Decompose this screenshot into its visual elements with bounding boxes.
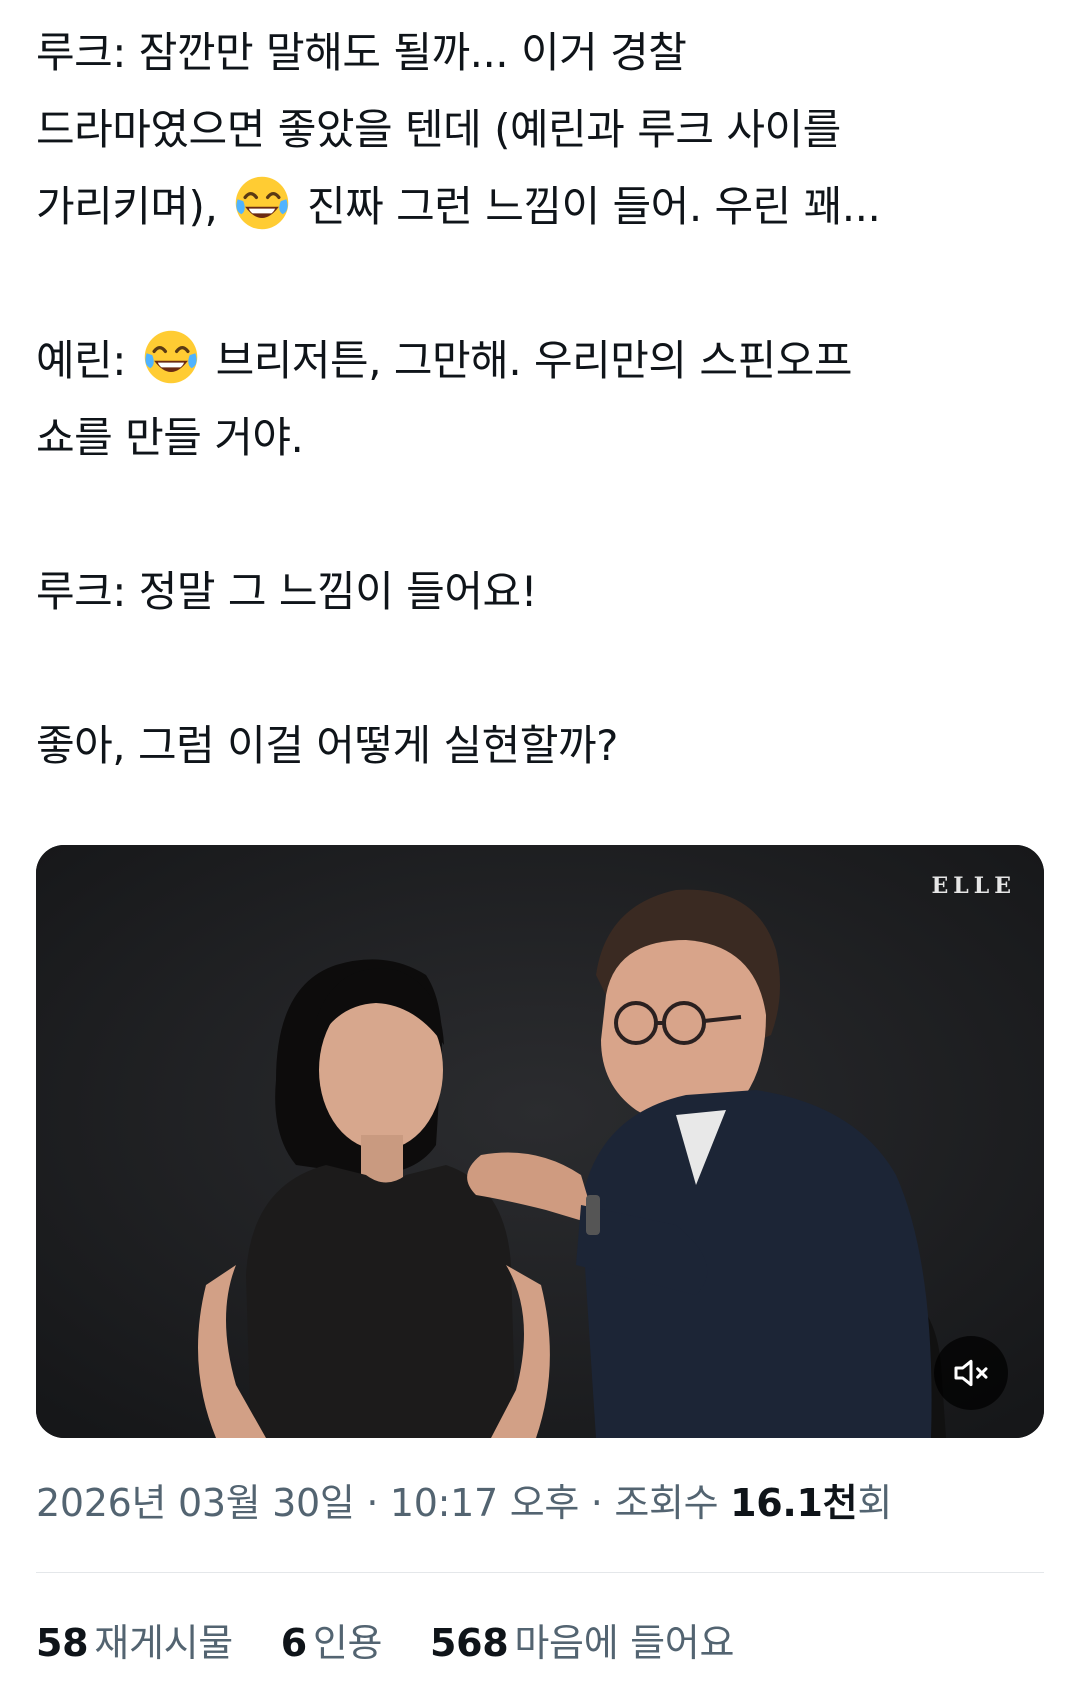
tweet-text-segment: 진짜 그런 느낌이 들어. 우린 꽤... [294,182,881,231]
tweet-line: 예린: 브리저튼, 그만해. 우리만의 스핀오프 [36,322,1046,399]
tweet-line: 루크: 잠깐만 말해도 될까... 이거 경찰 [36,14,1046,91]
meta-separator: · [579,1481,615,1525]
face-with-tears-of-joy-icon [235,176,289,230]
tweet-paragraph: 루크: 잠깐만 말해도 될까... 이거 경찰드라마였으면 좋았을 텐데 (예린… [36,14,1046,245]
tweet-line: 좋아, 그럼 이걸 어떻게 실현할까? [36,707,1046,784]
tweet-text: 루크: 잠깐만 말해도 될까... 이거 경찰드라마였으면 좋았을 텐데 (예린… [36,14,1046,784]
divider [36,1572,1044,1573]
reposts-link[interactable]: 58 재게시물 [36,1612,233,1667]
tweet-line: 쇼를 만들 거야. [36,399,1046,476]
tweet-text-segment: 루크: 잠깐만 말해도 될까... 이거 경찰 [36,28,687,77]
quotes-link[interactable]: 6 인용 [280,1612,383,1667]
tweet-video[interactable]: ELLE [36,845,1044,1438]
quotes-label: 인용 [312,1621,383,1665]
views-label: 조회수 [614,1481,731,1525]
tweet-line: 가리키며), 진짜 그런 느낌이 들어. 우린 꽤... [36,168,1046,245]
tweet-text-segment: 예린: [36,336,139,385]
tweet-line: 드라마였으면 좋았을 텐데 (예린과 루크 사이를 [36,91,1046,168]
volume-muted-icon [954,1359,988,1387]
likes-link[interactable]: 568 마음에 들어요 [430,1612,734,1667]
mute-button[interactable] [934,1336,1008,1410]
video-frame [36,845,1044,1438]
tweet-text-segment: 좋아, 그럼 이걸 어떻게 실현할까? [36,721,618,770]
tweet-text-segment: 가리키며), [36,182,231,231]
meta-separator: · [354,1481,390,1525]
face-with-tears-of-joy-icon [144,330,198,384]
tweet-paragraph: 예린: 브리저튼, 그만해. 우리만의 스핀오프쇼를 만들 거야. [36,322,1046,476]
tweet-time[interactable]: 10:17 오후 [390,1481,579,1525]
tweet-text-segment: 쇼를 만들 거야. [36,413,304,462]
engagement-stats: 58 재게시물 6 인용 568 마음에 들어요 [36,1612,770,1667]
reposts-label: 재게시물 [94,1621,233,1665]
tweet-text-segment: 드라마였으면 좋았을 텐데 (예린과 루크 사이를 [36,105,841,154]
tweet-line: 루크: 정말 그 느낌이 들어요! [36,553,1046,630]
tweet-text-segment: 루크: 정말 그 느낌이 들어요! [36,567,537,616]
tweet-paragraph: 좋아, 그럼 이걸 어떻게 실현할까? [36,707,1046,784]
views-count: 16.1천 [730,1481,858,1525]
elle-watermark: ELLE [931,873,1016,899]
quotes-count: 6 [280,1621,307,1665]
views-suffix: 회 [857,1481,893,1525]
tweet-meta: 2026년 03월 30일 · 10:17 오후 · 조회수 16.1천회 [36,1472,892,1527]
tweet-paragraph: 루크: 정말 그 느낌이 들어요! [36,553,1046,630]
likes-label: 마음에 들어요 [514,1621,735,1665]
tweet-text-segment: 브리저튼, 그만해. 우리만의 스핀오프 [202,336,853,385]
likes-count: 568 [429,1621,509,1665]
tweet-date[interactable]: 2026년 03월 30일 [36,1481,355,1525]
reposts-count: 58 [36,1621,89,1665]
